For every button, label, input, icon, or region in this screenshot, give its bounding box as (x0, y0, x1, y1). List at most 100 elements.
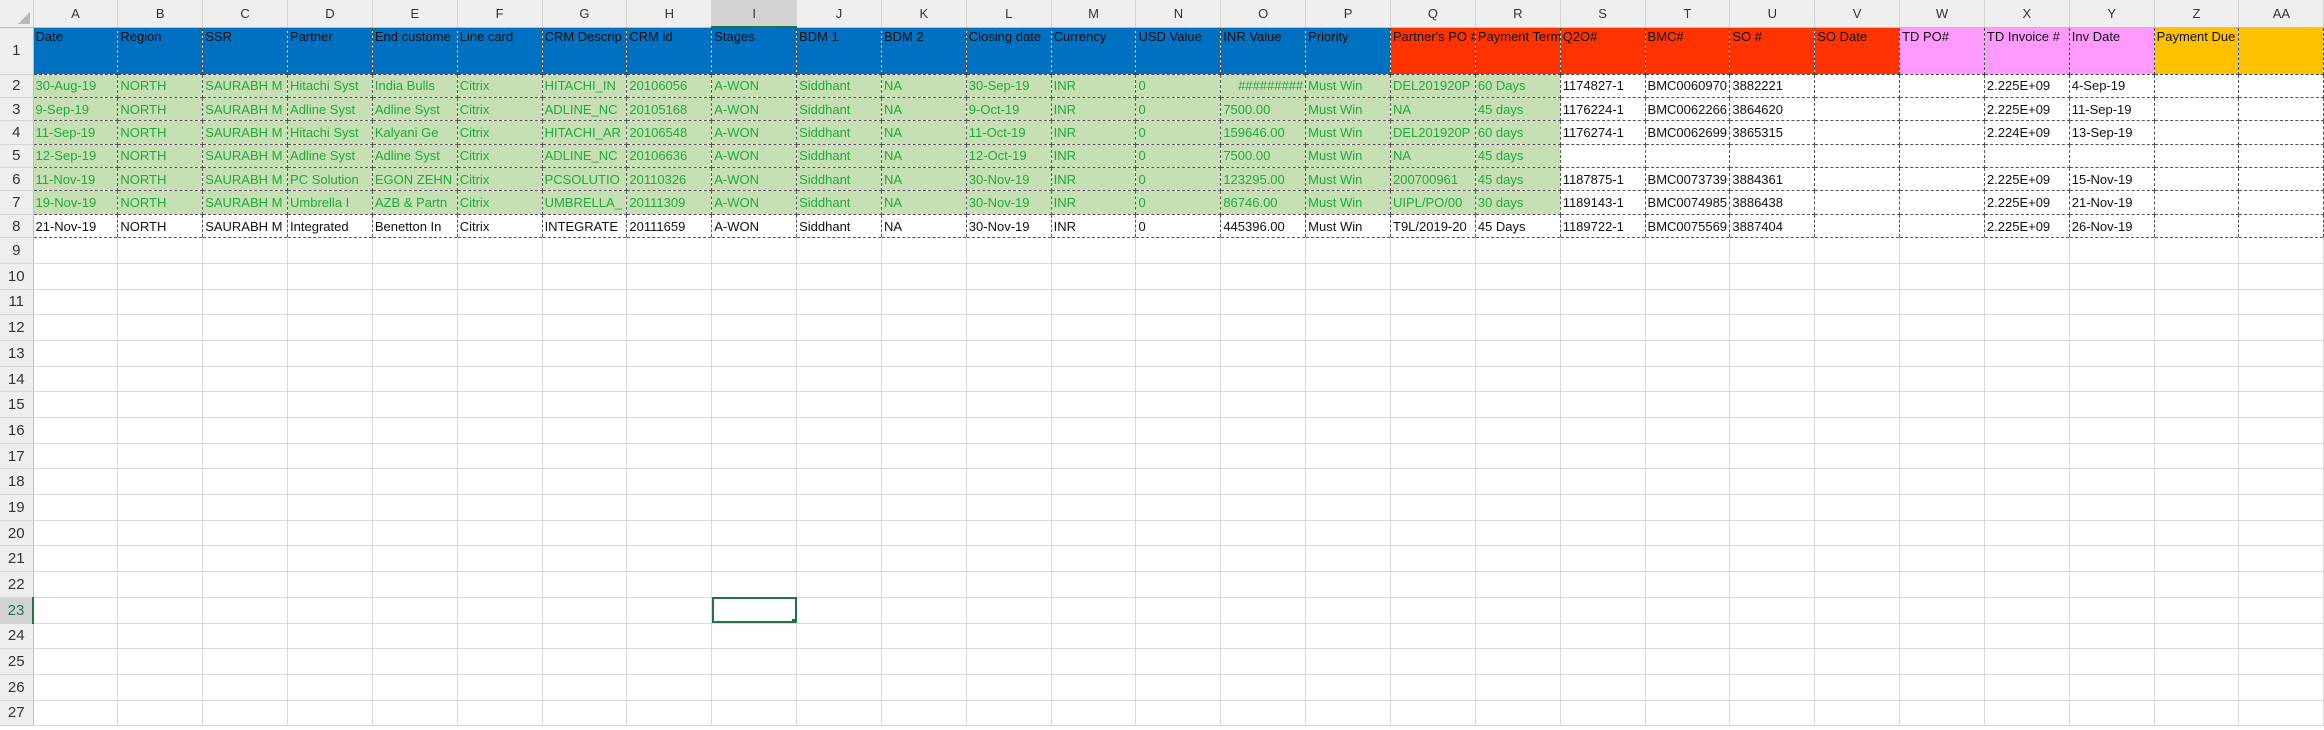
cell-g4[interactable]: HITACHI_AR (541, 120, 628, 145)
cell-f19[interactable] (457, 494, 543, 521)
cell-z15[interactable] (2154, 391, 2240, 419)
column-header-a[interactable]: A (33, 0, 119, 28)
cell-i25[interactable] (711, 648, 798, 675)
cell-k7[interactable]: NA (880, 190, 967, 215)
cell-o14[interactable] (1220, 366, 1307, 393)
cell-a24[interactable] (33, 623, 119, 650)
cell-u26[interactable] (1729, 674, 1816, 701)
cell-i18[interactable] (711, 468, 798, 496)
cell-c2[interactable]: SAURABH M (202, 73, 289, 98)
cell-f27[interactable] (457, 700, 543, 727)
cell-l26[interactable] (966, 674, 1052, 701)
cell-v21[interactable] (1814, 545, 1901, 573)
column-header-d[interactable]: D (287, 0, 373, 28)
cell-aa12[interactable] (2238, 314, 2324, 341)
cell-k23[interactable] (881, 597, 967, 624)
cell-b5[interactable]: NORTH (117, 143, 204, 169)
row-header-13[interactable]: 13 (0, 340, 34, 367)
cell-s7[interactable]: 1189143-1 (1559, 190, 1646, 215)
row-header-12[interactable]: 12 (0, 314, 34, 341)
cell-h17[interactable] (626, 443, 713, 470)
cell-a21[interactable] (33, 545, 119, 573)
cell-y5[interactable] (2068, 143, 2155, 169)
cell-o12[interactable] (1220, 314, 1307, 341)
row-header-14[interactable]: 14 (0, 366, 34, 393)
cell-k22[interactable] (881, 571, 967, 598)
cell-h27[interactable] (626, 700, 713, 727)
cell-j23[interactable] (796, 597, 882, 624)
cell-d11[interactable] (287, 289, 373, 316)
cell-k15[interactable] (881, 391, 967, 419)
cell-w17[interactable] (1899, 443, 1985, 470)
cell-o7[interactable]: 86746.00 (1220, 190, 1307, 215)
cell-p2[interactable]: Must Win (1305, 73, 1391, 98)
column-header-y[interactable]: Y (2069, 0, 2155, 28)
cell-j21[interactable] (796, 545, 882, 573)
cell-l11[interactable] (966, 289, 1052, 316)
cell-c20[interactable] (202, 520, 289, 547)
cell-o2[interactable]: ######### (1220, 73, 1307, 98)
column-header-z[interactable]: Z (2154, 0, 2240, 28)
cell-y17[interactable] (2069, 443, 2155, 470)
cell-x23[interactable] (1984, 597, 2070, 624)
cell-p16[interactable] (1305, 417, 1391, 444)
cell-e14[interactable] (372, 366, 458, 393)
cell-r26[interactable] (1475, 674, 1561, 701)
cell-k16[interactable] (881, 417, 967, 444)
cell-n13[interactable] (1135, 340, 1222, 367)
cell-p25[interactable] (1305, 648, 1391, 675)
cell-o9[interactable] (1220, 237, 1307, 264)
cell-y19[interactable] (2069, 494, 2155, 521)
cell-d24[interactable] (287, 623, 373, 650)
cell-u25[interactable] (1729, 648, 1816, 675)
cell-a23[interactable] (33, 597, 119, 624)
cell-i21[interactable] (711, 545, 798, 573)
cell-l24[interactable] (966, 623, 1052, 650)
cell-y26[interactable] (2069, 674, 2155, 701)
column-header-q[interactable]: Q (1390, 0, 1476, 28)
cell-x19[interactable] (1984, 494, 2070, 521)
cell-q7[interactable]: UIPL/PO/00 (1390, 190, 1476, 215)
cell-j17[interactable] (796, 443, 882, 470)
column-header-k[interactable]: K (881, 0, 967, 28)
row-header-3[interactable]: 3 (0, 97, 34, 122)
cell-u10[interactable] (1729, 263, 1816, 290)
cell-d20[interactable] (287, 520, 373, 547)
cell-i7[interactable]: A-WON (711, 190, 798, 215)
cell-y4[interactable]: 13-Sep-19 (2068, 120, 2155, 145)
header-cell-e[interactable]: End custome (371, 26, 458, 75)
cell-s12[interactable] (1560, 314, 1646, 341)
cell-q4[interactable]: DEL201920P (1390, 120, 1476, 145)
cell-t25[interactable] (1645, 648, 1731, 675)
cell-s19[interactable] (1560, 494, 1646, 521)
cell-m10[interactable] (1051, 263, 1137, 290)
cell-m21[interactable] (1051, 545, 1137, 573)
cell-k3[interactable]: NA (880, 96, 967, 122)
cell-o21[interactable] (1220, 545, 1307, 573)
cell-s9[interactable] (1560, 237, 1646, 264)
cell-m15[interactable] (1051, 391, 1137, 419)
cell-h3[interactable]: 20105168 (626, 96, 713, 122)
cell-h20[interactable] (626, 520, 713, 547)
column-header-aa[interactable]: AA (2238, 0, 2324, 28)
cell-e23[interactable] (372, 597, 458, 624)
cell-b11[interactable] (117, 289, 204, 316)
cell-a10[interactable] (33, 263, 119, 290)
cell-p19[interactable] (1305, 494, 1391, 521)
cell-d7[interactable]: Umbrella I (287, 190, 373, 215)
cell-aa7[interactable] (2238, 190, 2324, 215)
cell-k8[interactable]: NA (880, 213, 967, 239)
cell-c22[interactable] (202, 571, 289, 598)
cell-u17[interactable] (1729, 443, 1816, 470)
cell-q27[interactable] (1390, 700, 1476, 727)
cell-e8[interactable]: Benetton In (371, 213, 458, 239)
cell-b16[interactable] (117, 417, 204, 444)
cell-aa5[interactable] (2238, 143, 2324, 169)
cell-b25[interactable] (117, 648, 204, 675)
cell-s6[interactable]: 1187875-1 (1559, 167, 1646, 192)
cell-k9[interactable] (881, 237, 967, 264)
cell-v18[interactable] (1814, 468, 1901, 496)
cell-e16[interactable] (372, 417, 458, 444)
cell-v11[interactable] (1814, 289, 1901, 316)
cell-d26[interactable] (287, 674, 373, 701)
